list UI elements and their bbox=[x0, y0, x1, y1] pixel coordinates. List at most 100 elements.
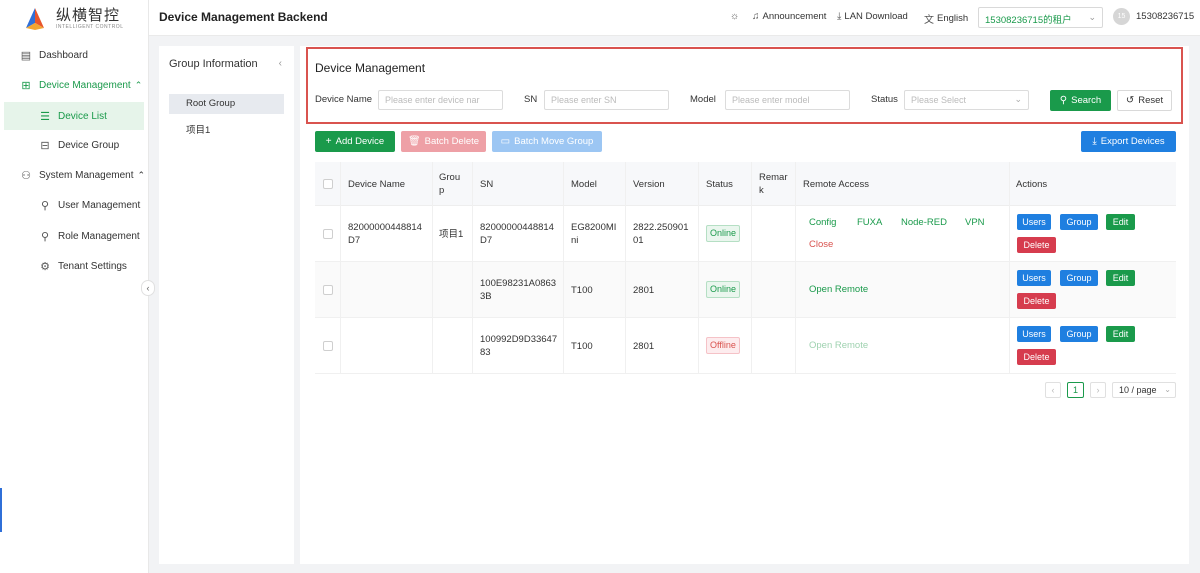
column-header-remark[interactable]: Remar k bbox=[759, 171, 788, 197]
open-remote-link[interactable]: Open Remote bbox=[809, 284, 868, 295]
version-line2: 01 bbox=[633, 235, 644, 246]
reset-button[interactable]: ↺ Reset bbox=[1117, 90, 1172, 111]
column-divider bbox=[432, 162, 433, 374]
select-all-checkbox[interactable] bbox=[323, 179, 333, 189]
column-divider bbox=[795, 162, 796, 374]
remote-close-link[interactable]: Close bbox=[809, 239, 833, 250]
remote-nodered-link[interactable]: Node-RED bbox=[901, 217, 947, 228]
sidebar-item-user-management[interactable]: ⚲ User Management bbox=[0, 191, 149, 219]
prev-page-button[interactable]: ‹ bbox=[1045, 382, 1061, 398]
sn-line2: 83 bbox=[480, 347, 491, 358]
sidebar-item-role-management[interactable]: ⚲ Role Management bbox=[0, 222, 149, 250]
remote-config-link[interactable]: Config bbox=[809, 217, 836, 228]
open-remote-link[interactable]: Open Remote bbox=[809, 340, 868, 351]
logo-text-cn: 纵横智控 bbox=[56, 7, 121, 24]
batch-move-group-label: Batch Move Group bbox=[514, 136, 594, 147]
column-header-model[interactable]: Model bbox=[571, 178, 597, 191]
column-header-group[interactable]: Grou p bbox=[439, 171, 460, 197]
sidebar-item-label: Dashboard bbox=[39, 49, 88, 61]
chevron-left-icon: ‹ bbox=[146, 283, 150, 293]
sidebar-item-label: Device Group bbox=[58, 139, 120, 151]
search-button-label: Search bbox=[1071, 95, 1102, 106]
column-divider bbox=[698, 162, 699, 374]
delete-button[interactable]: Delete bbox=[1017, 237, 1056, 253]
sidebar-item-device-management[interactable]: ⊞ Device Management ⌃ bbox=[0, 71, 149, 99]
batch-move-group-button[interactable]: ▭ Batch Move Group bbox=[492, 131, 602, 152]
column-header-device-name[interactable]: Device Name bbox=[348, 178, 405, 191]
edit-button[interactable]: Edit bbox=[1106, 214, 1135, 230]
bell-icon: ♫ bbox=[752, 11, 760, 22]
status-badge: Online bbox=[706, 281, 741, 298]
lan-download-label: LAN Download bbox=[844, 11, 908, 22]
column-divider bbox=[563, 162, 564, 374]
chevron-down-icon: ⌄ bbox=[1088, 12, 1096, 22]
row-checkbox[interactable] bbox=[323, 229, 333, 239]
delete-button[interactable]: Delete bbox=[1017, 293, 1056, 309]
sn-input[interactable]: Please enter SN bbox=[544, 90, 669, 110]
sidebar-item-tenant-settings[interactable]: ⚙ Tenant Settings bbox=[0, 252, 149, 280]
avatar[interactable]: 15 bbox=[1113, 8, 1130, 25]
add-device-button[interactable]: + Add Device bbox=[315, 131, 395, 152]
list-icon: ☰ bbox=[40, 110, 50, 123]
filter-title: Device Management bbox=[315, 61, 426, 75]
row-checkbox[interactable] bbox=[323, 285, 333, 295]
export-devices-button[interactable]: ⤓ Export Devices bbox=[1081, 131, 1176, 152]
table-row: 82000000448814 D7 项目1 82000000448814 D7 … bbox=[315, 206, 1176, 262]
group-tree-item-root[interactable]: Root Group bbox=[169, 94, 284, 114]
tenant-value: 15308236715的租户 bbox=[985, 15, 1072, 26]
version-cell: 2801 bbox=[633, 285, 655, 296]
column-header-sn[interactable]: SN bbox=[480, 178, 493, 191]
dashboard-icon: ▤ bbox=[20, 49, 32, 62]
sidebar-item-device-list[interactable]: ☰ Device List bbox=[4, 102, 144, 130]
page-number-current[interactable]: 1 bbox=[1067, 382, 1084, 398]
table-row: 100992D9D33647 83 T100 2801 Offline Open… bbox=[315, 318, 1176, 374]
remote-vpn-link[interactable]: VPN bbox=[965, 217, 985, 228]
users-button[interactable]: Users bbox=[1017, 326, 1051, 342]
row-checkbox[interactable] bbox=[323, 341, 333, 351]
batch-delete-button[interactable]: 🗑︎ Batch Delete bbox=[401, 131, 486, 152]
sidebar-collapse-button[interactable]: ‹ bbox=[141, 280, 155, 296]
next-page-button[interactable]: › bbox=[1090, 382, 1106, 398]
language-label: English bbox=[937, 13, 969, 24]
version-cell: 2801 bbox=[633, 341, 655, 352]
download-icon: ⤓ bbox=[837, 11, 842, 22]
group-button[interactable]: Group bbox=[1060, 326, 1098, 342]
theme-toggle[interactable]: ☼ bbox=[730, 11, 742, 22]
group-tree-item[interactable]: 项目1 bbox=[169, 118, 284, 138]
page-size-select[interactable]: 10 / page ⌄ bbox=[1112, 382, 1176, 398]
reset-button-label: Reset bbox=[1138, 95, 1164, 106]
group-button[interactable]: Group bbox=[1060, 214, 1098, 230]
edit-button[interactable]: Edit bbox=[1106, 326, 1135, 342]
version-line1: 2822.250901 bbox=[633, 222, 689, 233]
device-group-icon: ⊟ bbox=[40, 139, 50, 152]
lan-download-link[interactable]: ⤓ LAN Download bbox=[837, 11, 908, 22]
device-name-label: Device Name bbox=[315, 94, 373, 105]
model-input[interactable]: Please enter model bbox=[725, 90, 850, 110]
edit-button[interactable]: Edit bbox=[1106, 270, 1135, 286]
chevron-left-icon[interactable]: ‹ bbox=[279, 58, 282, 69]
remote-fuxa-link[interactable]: FUXA bbox=[857, 217, 882, 228]
users-button[interactable]: Users bbox=[1017, 214, 1051, 230]
column-header-remark-line1: Remar bbox=[759, 172, 788, 183]
column-divider bbox=[1009, 162, 1010, 374]
announcement-link[interactable]: ♫ Announcement bbox=[752, 11, 826, 22]
group-button[interactable]: Group bbox=[1060, 270, 1098, 286]
sidebar-item-device-group[interactable]: ⊟ Device Group bbox=[0, 131, 149, 159]
user-name[interactable]: 15308236715 bbox=[1136, 11, 1194, 22]
chevron-up-icon: ⌃ bbox=[137, 169, 146, 180]
status-select[interactable]: Please Select ⌄ bbox=[904, 90, 1029, 110]
device-name-input[interactable]: Please enter device nar bbox=[378, 90, 503, 110]
sidebar-item-dashboard[interactable]: ▤ Dashboard bbox=[0, 41, 149, 69]
column-header-version[interactable]: Version bbox=[633, 178, 665, 191]
add-device-label: Add Device bbox=[335, 136, 385, 147]
download-icon: ⤓ bbox=[1092, 136, 1097, 147]
tenant-select[interactable]: 15308236715的租户 ⌄ bbox=[978, 7, 1103, 28]
search-button[interactable]: ⚲ Search bbox=[1050, 90, 1111, 111]
sn-label: SN bbox=[524, 94, 538, 105]
sidebar-item-system-management[interactable]: ⚇ System Management ⌃ bbox=[0, 161, 149, 189]
language-switch[interactable]: 文 English bbox=[924, 11, 968, 26]
column-header-status[interactable]: Status bbox=[706, 178, 733, 191]
delete-button[interactable]: Delete bbox=[1017, 349, 1056, 365]
sun-icon: ☼ bbox=[730, 11, 740, 22]
users-button[interactable]: Users bbox=[1017, 270, 1051, 286]
